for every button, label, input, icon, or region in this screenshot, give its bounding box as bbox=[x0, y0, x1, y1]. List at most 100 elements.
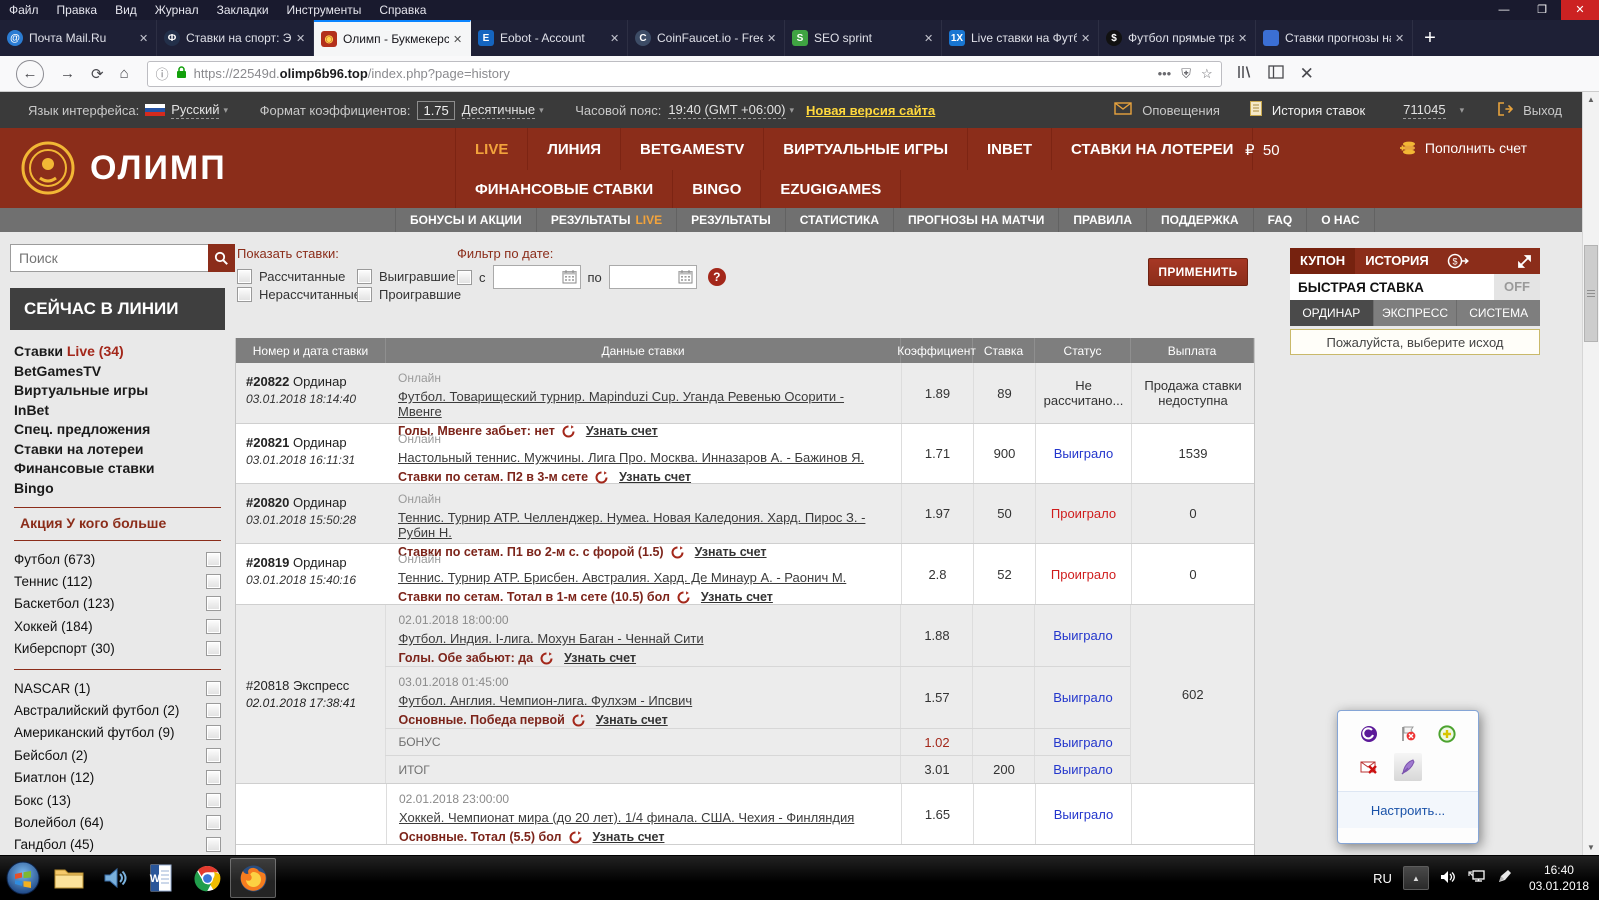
tab-coupon[interactable]: КУПОН bbox=[1290, 248, 1356, 274]
pocket-icon[interactable]: ⛨ bbox=[1181, 66, 1191, 82]
tab-close-icon[interactable]: ✕ bbox=[296, 32, 305, 45]
nav-financial-bets[interactable]: ФИНАНСОВЫЕ СТАВКИ bbox=[455, 170, 674, 208]
sport-filter-biathlon[interactable]: Биатлон (12) bbox=[10, 767, 225, 789]
subnav-results-live[interactable]: РЕЗУЛЬТАТЫ LIVE bbox=[537, 208, 678, 232]
filter-unsettled[interactable]: Нерассчитанные bbox=[237, 287, 361, 302]
notifications-link[interactable]: Оповещения bbox=[1142, 103, 1220, 118]
tray-swirl-icon[interactable] bbox=[1360, 725, 1378, 748]
minimize-button[interactable]: — bbox=[1485, 0, 1523, 20]
nav-lottery-bets[interactable]: СТАВКИ НА ЛОТЕРЕИ bbox=[1052, 128, 1254, 170]
sport-filter-nascar[interactable]: NASCAR (1) bbox=[10, 677, 225, 699]
score-link[interactable]: Узнать счет bbox=[619, 470, 691, 484]
page-scrollbar[interactable]: ▲ ▼ bbox=[1582, 92, 1599, 855]
checkbox[interactable] bbox=[206, 596, 221, 612]
checkbox[interactable] bbox=[237, 287, 252, 302]
timezone-select[interactable]: 19:40 (GMT +06:00) bbox=[668, 102, 786, 119]
tab-express[interactable]: ЭКСПРЕСС bbox=[1374, 300, 1458, 326]
checkbox[interactable] bbox=[357, 269, 372, 284]
start-button[interactable] bbox=[0, 858, 46, 898]
checkbox[interactable] bbox=[206, 703, 221, 719]
close-button[interactable]: ✕ bbox=[1561, 0, 1599, 20]
tab-mailru[interactable]: @ Почта Mail.Ru ✕ bbox=[0, 20, 157, 56]
score-link[interactable]: Узнать счет bbox=[564, 651, 636, 665]
filter-lost[interactable]: Проигравшие bbox=[357, 287, 461, 302]
sidebar-item-special-offers[interactable]: Спец. предложения bbox=[14, 420, 225, 440]
extension-close-icon[interactable]: ✕ bbox=[1300, 64, 1314, 84]
tray-feather-icon[interactable] bbox=[1393, 753, 1422, 781]
tray-customize-link[interactable]: Настроить... bbox=[1338, 791, 1478, 828]
home-icon[interactable]: ⌂ bbox=[120, 65, 129, 82]
match-link[interactable]: Футбол. Индия. I-лига. Мохун Баган - Чен… bbox=[398, 631, 888, 646]
tray-network-icon[interactable] bbox=[1467, 869, 1486, 887]
date-to-input[interactable] bbox=[608, 265, 697, 289]
scroll-up-icon[interactable]: ▲ bbox=[1583, 92, 1599, 107]
subnav-results[interactable]: РЕЗУЛЬТАТЫ bbox=[677, 208, 786, 232]
olimp-logo[interactable]: ОЛИМП bbox=[20, 140, 227, 196]
expand-icon[interactable] bbox=[1517, 254, 1532, 269]
sidebar-item-bingo[interactable]: Bingo bbox=[14, 479, 225, 499]
match-link[interactable]: Футбол. Англия. Чемпион-лига. Фулхэм - И… bbox=[398, 693, 888, 708]
sport-filter-tennis[interactable]: Теннис (112) bbox=[10, 570, 225, 592]
checkbox[interactable] bbox=[206, 747, 221, 763]
calendar-icon[interactable] bbox=[562, 269, 577, 284]
sidebar-item-virtual-games[interactable]: Виртуальные игры bbox=[14, 381, 225, 401]
format-select[interactable]: Десятичные bbox=[461, 102, 536, 119]
sport-filter-football[interactable]: Футбол (673) bbox=[10, 548, 225, 570]
checkbox[interactable] bbox=[206, 814, 221, 830]
checkbox[interactable] bbox=[357, 287, 372, 302]
score-link[interactable]: Узнать счет bbox=[593, 830, 665, 844]
deposit-button[interactable]: Пополнить счет bbox=[1397, 140, 1527, 156]
refresh-icon[interactable] bbox=[677, 590, 690, 604]
sell-bet-icon[interactable]: $ bbox=[1447, 253, 1469, 269]
menu-file[interactable]: Файл bbox=[0, 3, 48, 17]
url-bar[interactable]: ⓘ https://22549d.olimp6b96.top/index.php… bbox=[146, 60, 1222, 87]
sidebar-item-lottery-bets[interactable]: Ставки на лотереи bbox=[14, 440, 225, 460]
tab-system[interactable]: СИСТЕМА bbox=[1457, 300, 1540, 326]
tab-history[interactable]: ИСТОРИЯ bbox=[1355, 248, 1439, 274]
page-actions-icon[interactable]: ••• bbox=[1158, 66, 1172, 81]
tray-plus-icon[interactable] bbox=[1438, 725, 1456, 748]
firefox-button[interactable] bbox=[230, 858, 276, 898]
date-from-input[interactable] bbox=[492, 265, 581, 289]
help-icon[interactable]: ? bbox=[707, 268, 726, 286]
search-input[interactable] bbox=[10, 244, 208, 272]
tab-close-icon[interactable]: ✕ bbox=[924, 32, 933, 45]
match-link[interactable]: Настольный теннис. Мужчины. Лига Про. Мо… bbox=[398, 450, 889, 465]
back-icon[interactable]: ← bbox=[16, 59, 44, 88]
promo-link[interactable]: Акция У кого больше bbox=[10, 515, 225, 531]
tab-close-icon[interactable]: ✕ bbox=[1081, 32, 1090, 45]
subnav-bonuses[interactable]: БОНУСЫ И АКЦИИ bbox=[395, 208, 537, 232]
nav-liniya[interactable]: ЛИНИЯ bbox=[528, 128, 622, 170]
menu-help[interactable]: Справка bbox=[370, 3, 435, 17]
sidebar-item-financial-bets[interactable]: Финансовые ставки bbox=[14, 459, 225, 479]
menu-history[interactable]: Журнал bbox=[146, 3, 208, 17]
refresh-icon[interactable] bbox=[595, 470, 608, 484]
search-button[interactable] bbox=[208, 244, 235, 272]
sport-filter-handball[interactable]: Гандбол (45) bbox=[10, 834, 225, 855]
maximize-button[interactable]: ❐ bbox=[1523, 0, 1561, 20]
tab-close-icon[interactable]: ✕ bbox=[610, 32, 619, 45]
forward-icon[interactable]: → bbox=[60, 65, 75, 82]
tab-coinfaucet[interactable]: C CoinFaucet.io - Free Rippl ✕ bbox=[628, 20, 785, 56]
match-link[interactable]: Хоккей. Чемпионат мира (до 20 лет). 1/4 … bbox=[399, 810, 889, 825]
filter-settled[interactable]: Рассчитанные bbox=[237, 269, 345, 284]
subnav-support[interactable]: ПОДДЕРЖКА bbox=[1147, 208, 1254, 232]
taskbar-clock[interactable]: 16:40 03.01.2018 bbox=[1523, 862, 1589, 894]
nav-bingo[interactable]: BINGO bbox=[673, 170, 762, 208]
bookmark-star-icon[interactable]: ☆ bbox=[1201, 66, 1213, 82]
account-id[interactable]: 711045 bbox=[1403, 102, 1446, 119]
scroll-down-icon[interactable]: ▼ bbox=[1583, 840, 1599, 855]
tray-volume-icon[interactable] bbox=[1440, 870, 1456, 887]
sidebar-item-betgamestv[interactable]: BetGamesTV bbox=[14, 362, 225, 382]
tab-close-icon[interactable]: ✕ bbox=[139, 32, 148, 45]
menu-view[interactable]: Вид bbox=[106, 3, 146, 17]
tab-close-icon[interactable]: ✕ bbox=[1238, 32, 1247, 45]
language-select[interactable]: Русский bbox=[171, 102, 220, 119]
sidebar-item-inbet[interactable]: InBet bbox=[14, 401, 225, 421]
subnav-rules[interactable]: ПРАВИЛА bbox=[1059, 208, 1147, 232]
sport-filter-american-football[interactable]: Американский футбол (9) bbox=[10, 722, 225, 744]
tab-live-stavki[interactable]: 1X Live ставки на Футбол ✕ bbox=[942, 20, 1099, 56]
subnav-predictions[interactable]: ПРОГНОЗЫ НА МАТЧИ bbox=[894, 208, 1060, 232]
checkbox[interactable] bbox=[206, 792, 221, 808]
scrollbar-thumb[interactable] bbox=[1584, 245, 1598, 342]
